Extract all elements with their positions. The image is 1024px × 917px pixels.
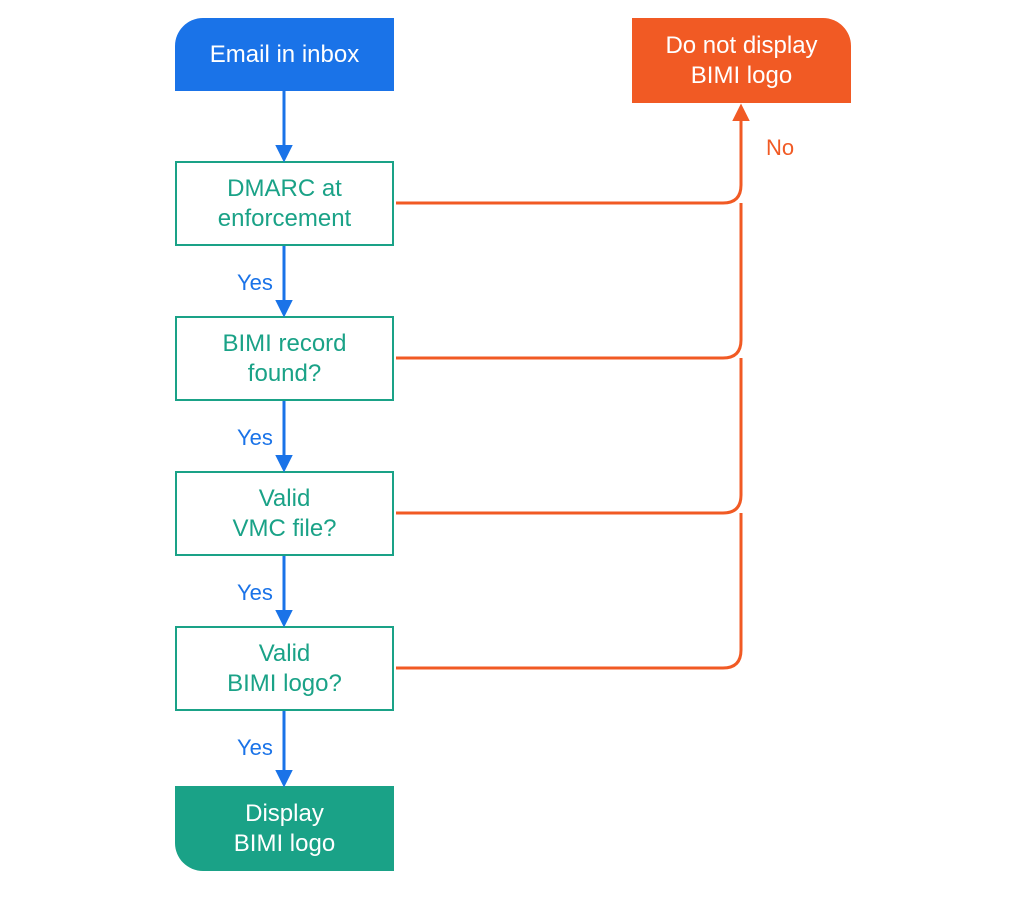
node-bimi-text: BIMI recordfound? xyxy=(222,329,346,389)
connectors-svg xyxy=(0,0,1024,917)
node-decision-bimi-logo: ValidBIMI logo? xyxy=(175,626,394,711)
node-end-no-text: Do not displayBIMI logo xyxy=(665,31,817,91)
edge-label-yes-2: Yes xyxy=(237,425,273,451)
edge-label-yes-3: Yes xyxy=(237,580,273,606)
flowchart-stage: Email in inbox DMARC atenforcement BIMI … xyxy=(0,0,1024,917)
node-vmc-text: ValidVMC file? xyxy=(232,484,336,544)
edge-vmc-no xyxy=(396,358,741,513)
node-end-do-not-display: Do not displayBIMI logo xyxy=(632,18,851,103)
node-start-email-in-inbox: Email in inbox xyxy=(175,18,394,91)
node-end-yes-text: DisplayBIMI logo xyxy=(234,799,335,859)
node-end-display-bimi: DisplayBIMI logo xyxy=(175,786,394,871)
node-logo-q-text: ValidBIMI logo? xyxy=(227,639,342,699)
node-start-text: Email in inbox xyxy=(210,40,359,70)
edge-dmarc-no xyxy=(396,107,741,203)
edge-label-no: No xyxy=(766,135,794,161)
node-decision-bimi-record: BIMI recordfound? xyxy=(175,316,394,401)
edge-label-yes-4: Yes xyxy=(237,735,273,761)
node-dmarc-text: DMARC atenforcement xyxy=(218,174,351,234)
edge-bimi-no xyxy=(396,203,741,358)
node-decision-vmc: ValidVMC file? xyxy=(175,471,394,556)
edge-logo-q-no xyxy=(396,513,741,668)
edge-label-yes-1: Yes xyxy=(237,270,273,296)
node-decision-dmarc: DMARC atenforcement xyxy=(175,161,394,246)
